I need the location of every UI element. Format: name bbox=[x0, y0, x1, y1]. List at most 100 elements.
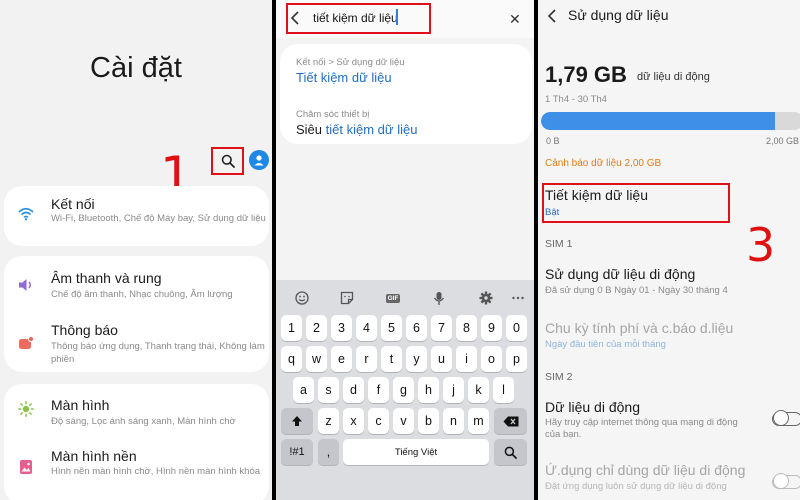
emoji-icon[interactable] bbox=[292, 288, 312, 308]
key-b[interactable]: b bbox=[418, 408, 439, 434]
backspace-key[interactable] bbox=[494, 408, 527, 434]
key-j[interactable]: j bbox=[443, 377, 464, 403]
data-saver-title: Tiết kiệm dữ liệu bbox=[545, 187, 648, 203]
back-arrow-icon[interactable] bbox=[546, 8, 558, 24]
key-3[interactable]: 3 bbox=[331, 315, 352, 341]
key-k[interactable]: k bbox=[468, 377, 489, 403]
data-saver-item[interactable]: Tiết kiệm dữ liệu Bật bbox=[538, 183, 730, 223]
settings-item-title: Thông báo bbox=[51, 322, 118, 338]
key-w[interactable]: w bbox=[306, 346, 327, 372]
key-7[interactable]: 7 bbox=[431, 315, 452, 341]
key-e[interactable]: e bbox=[331, 346, 352, 372]
key-2[interactable]: 2 bbox=[306, 315, 327, 341]
usage-min-label: 0 B bbox=[546, 136, 560, 146]
text-cursor bbox=[396, 9, 398, 25]
result-path: Chăm sóc thiết bị bbox=[296, 109, 370, 120]
shift-icon bbox=[292, 416, 302, 426]
microphone-icon[interactable] bbox=[429, 288, 449, 308]
key-q[interactable]: q bbox=[281, 346, 302, 372]
key-8[interactable]: 8 bbox=[456, 315, 477, 341]
billing-range: 1 Th4 - 30 Th4 bbox=[545, 94, 607, 105]
result-title: Tiết kiệm dữ liệu bbox=[296, 70, 392, 85]
key-0[interactable]: 0 bbox=[506, 315, 527, 341]
sim1-cycle-title: Chu kỳ tính phí và c.báo d.liệu bbox=[545, 320, 734, 336]
key-d[interactable]: d bbox=[343, 377, 364, 403]
key-n[interactable]: n bbox=[443, 408, 464, 434]
mobile-data-toggle[interactable] bbox=[772, 410, 800, 426]
data-saver-status: Bật bbox=[545, 207, 560, 218]
gear-icon[interactable] bbox=[476, 288, 496, 308]
key-a[interactable]: a bbox=[293, 377, 314, 403]
sim1-usage-item[interactable]: Sử dụng dữ liệu di động Đã sử dụng 0 B N… bbox=[538, 262, 800, 302]
settings-item-subtitle: Hình nền màn hình chờ, Hình nền màn hình… bbox=[51, 466, 261, 477]
shift-key[interactable] bbox=[281, 408, 313, 434]
more-icon[interactable] bbox=[508, 288, 528, 308]
sim1-cycle-item: Chu kỳ tính phí và c.báo d.liệu Ngày đầu… bbox=[538, 316, 800, 356]
key-1[interactable]: 1 bbox=[281, 315, 302, 341]
data-used-amount: 1,79 GB bbox=[545, 62, 627, 87]
search-button[interactable] bbox=[211, 147, 244, 175]
key-r[interactable]: r bbox=[356, 346, 377, 372]
key-i[interactable]: i bbox=[456, 346, 477, 372]
settings-item-title: Màn hình bbox=[51, 397, 110, 413]
settings-item-wallpaper[interactable]: Màn hình nền Hình nền màn hình chờ, Hình… bbox=[4, 440, 269, 500]
key-5[interactable]: 5 bbox=[381, 315, 402, 341]
key-c[interactable]: c bbox=[368, 408, 389, 434]
settings-item-subtitle: Wi-Fi, Bluetooth, Chế độ Máy bay, Sử dụn… bbox=[51, 213, 266, 224]
key-h[interactable]: h bbox=[418, 377, 439, 403]
key-x[interactable]: x bbox=[343, 408, 364, 434]
settings-item-title: Âm thanh và rung bbox=[51, 270, 162, 286]
key-4[interactable]: 4 bbox=[356, 315, 377, 341]
space-key[interactable]: Tiếng Việt bbox=[343, 439, 489, 465]
settings-item-connections[interactable]: Kết nối Wi-Fi, Bluetooth, Chế độ Máy bay… bbox=[4, 186, 269, 246]
data-used-unit: dữ liệu di động bbox=[637, 71, 710, 83]
sound-notify-card: Âm thanh và rung Chế độ âm thanh, Nhạc c… bbox=[4, 256, 269, 372]
key-g[interactable]: g bbox=[393, 377, 414, 403]
settings-item-notifications[interactable]: Thông báo Thông báo ứng dụng, Thanh trạn… bbox=[4, 308, 269, 372]
search-icon bbox=[504, 446, 517, 459]
search-result-item[interactable]: Kết nối > Sử dụng dữ liệu Tiết kiệm dữ l… bbox=[280, 44, 532, 92]
search-input[interactable]: tiết kiệm dữ liệu bbox=[313, 11, 398, 25]
search-key[interactable] bbox=[494, 439, 527, 465]
key-v[interactable]: v bbox=[393, 408, 414, 434]
keyboard: GIF 1 2 3 4 5 6 7 8 9 0 q w e r t y u i … bbox=[276, 280, 534, 500]
comma-key[interactable]: , bbox=[318, 439, 339, 465]
settings-item-sound[interactable]: Âm thanh và rung Chế độ âm thanh, Nhạc c… bbox=[4, 256, 269, 306]
mobile-data-item[interactable]: Dữ liệu di động Hãy truy cập internet th… bbox=[538, 395, 800, 445]
result-title-plain: Siêu bbox=[296, 122, 326, 137]
connections-card: Kết nối Wi-Fi, Bluetooth, Chế độ Máy bay… bbox=[4, 186, 269, 246]
key-t[interactable]: t bbox=[381, 346, 402, 372]
key-m[interactable]: m bbox=[468, 408, 489, 434]
search-panel: tiết kiệm dữ liệu ✕ 2 Kết nối > Sử dụng … bbox=[276, 0, 534, 500]
key-9[interactable]: 9 bbox=[481, 315, 502, 341]
key-y[interactable]: y bbox=[406, 346, 427, 372]
usage-bar-fill bbox=[541, 112, 776, 130]
settings-title: Cài đặt bbox=[90, 52, 182, 84]
key-u[interactable]: u bbox=[431, 346, 452, 372]
key-l[interactable]: l bbox=[493, 377, 514, 403]
result-title-match: tiết kiệm dữ liệu bbox=[325, 122, 418, 137]
apps-only-toggle[interactable] bbox=[772, 473, 800, 489]
apps-only-sub: Đặt ứng dụng luôn sử dụng dữ liệu di độn… bbox=[545, 481, 727, 492]
search-result-item[interactable]: Chăm sóc thiết bị Siêu tiết kiệm dữ liệu bbox=[280, 96, 532, 144]
key-6[interactable]: 6 bbox=[406, 315, 427, 341]
search-icon bbox=[221, 154, 235, 168]
gif-icon: GIF bbox=[385, 293, 401, 303]
settings-item-subtitle: Thông báo ứng dụng, Thanh trạng thái, Kh… bbox=[51, 341, 265, 365]
sim1-usage-title: Sử dụng dữ liệu di động bbox=[545, 266, 696, 282]
sim1-cycle-sub: Ngày đầu tiên của mỗi tháng bbox=[545, 339, 666, 350]
mobile-data-title: Dữ liệu di động bbox=[545, 399, 640, 415]
key-z[interactable]: z bbox=[318, 408, 339, 434]
clear-icon[interactable]: ✕ bbox=[509, 11, 521, 28]
key-s[interactable]: s bbox=[318, 377, 339, 403]
gif-button[interactable]: GIF bbox=[382, 288, 404, 308]
account-avatar[interactable] bbox=[249, 150, 269, 170]
display-card: Màn hình Độ sáng, Lọc ánh sáng xanh, Màn… bbox=[4, 384, 269, 500]
sticker-icon[interactable] bbox=[337, 288, 357, 308]
key-f[interactable]: f bbox=[368, 377, 389, 403]
key-o[interactable]: o bbox=[481, 346, 502, 372]
symbols-key[interactable]: !#1 bbox=[281, 439, 313, 465]
key-p[interactable]: p bbox=[506, 346, 527, 372]
settings-item-display[interactable]: Màn hình Độ sáng, Lọc ánh sáng xanh, Màn… bbox=[4, 384, 269, 436]
settings-item-subtitle: Độ sáng, Lọc ánh sáng xanh, Màn hình chờ bbox=[51, 416, 236, 427]
